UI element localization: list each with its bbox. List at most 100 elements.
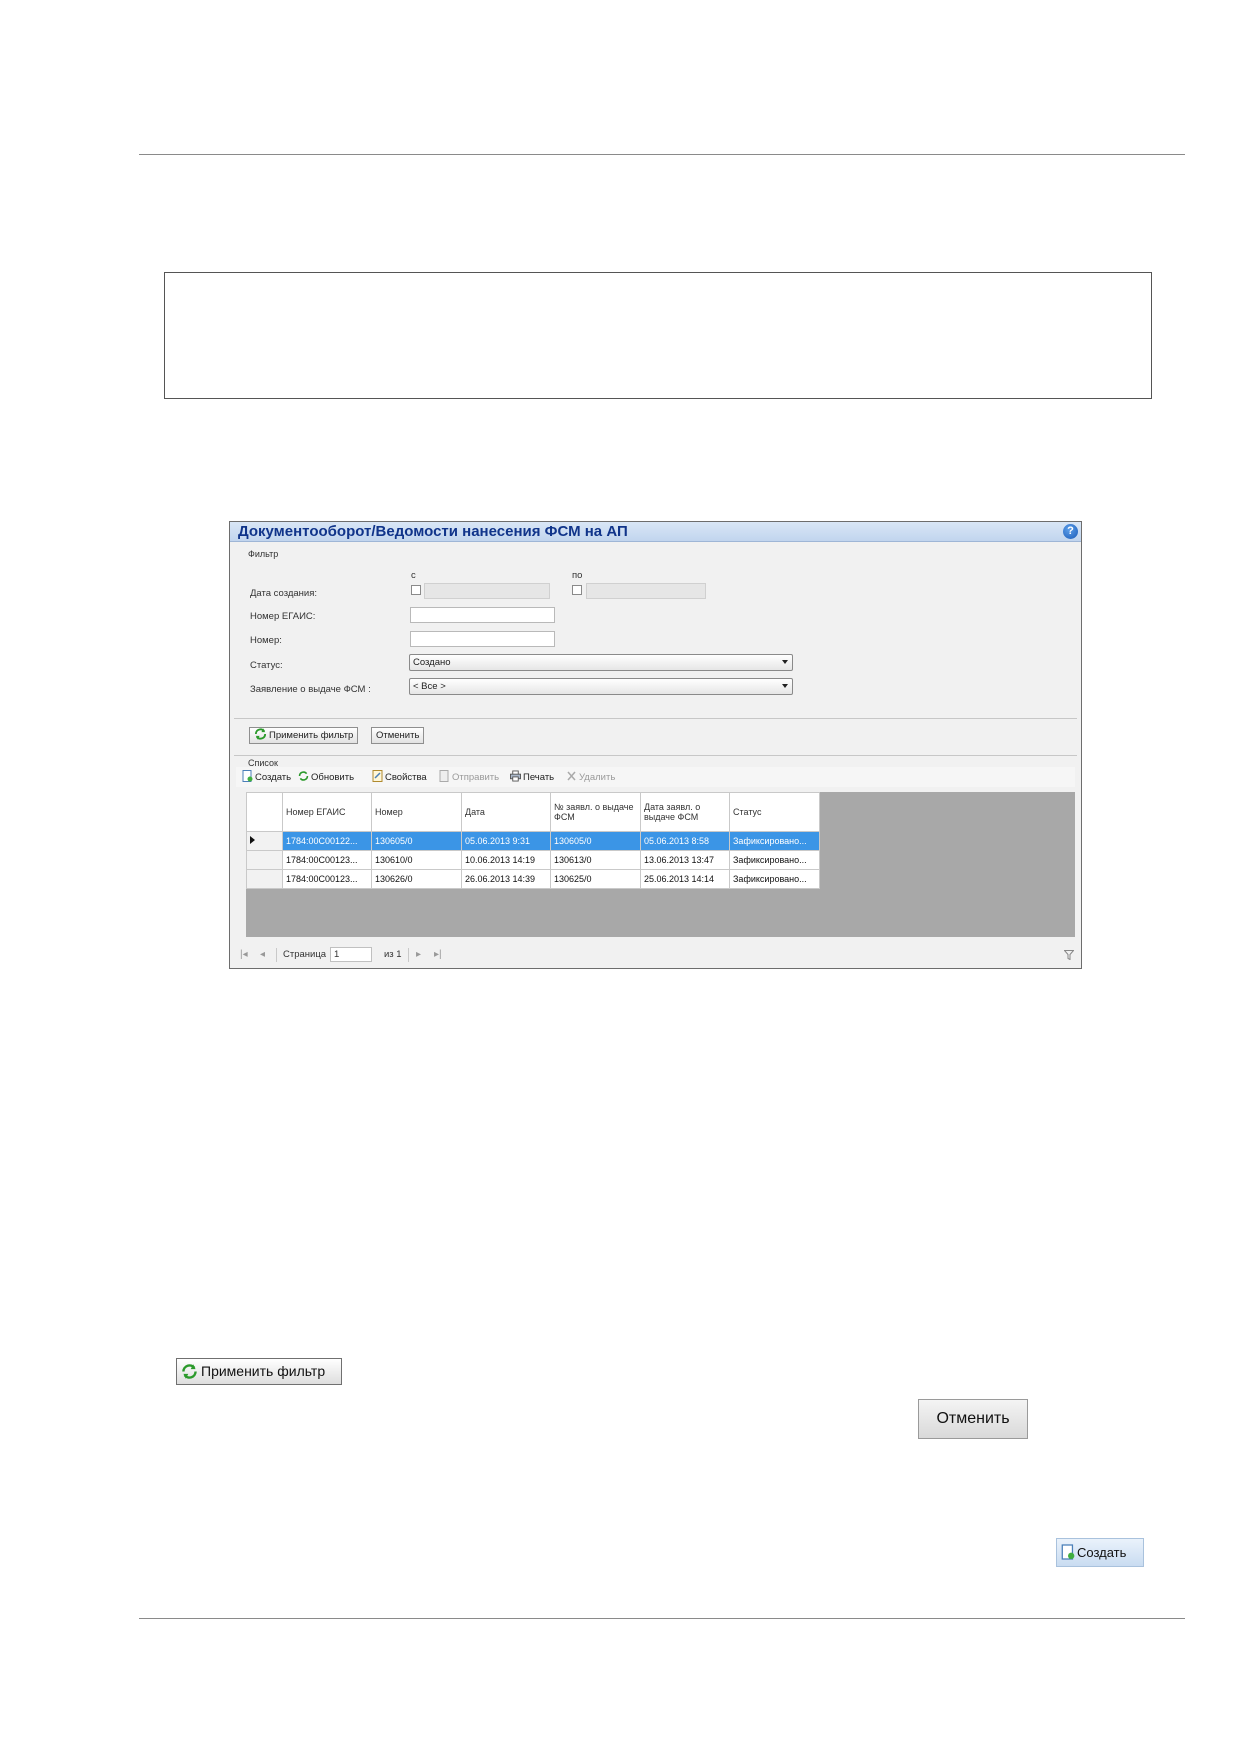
empty-frame — [164, 272, 1152, 399]
cell-number: 130605/0 — [371, 831, 462, 851]
column-header[interactable]: Статус — [729, 792, 820, 832]
refresh-label: Обновить — [311, 772, 355, 783]
date-from-checkbox[interactable] — [411, 585, 421, 595]
from-label: с — [411, 570, 416, 581]
number-label: Номер: — [250, 635, 282, 646]
cell-date: 05.06.2013 9:31 — [461, 831, 551, 851]
send-label: Отправить — [452, 772, 500, 783]
cell-egais: 1784:00C00123... — [282, 869, 372, 889]
pager: |◂ ◂ Страница 1 из 1 ▸ ▸| — [236, 946, 1075, 964]
standalone-apply-filter-button[interactable]: Применить фильтр — [176, 1358, 342, 1385]
table-row[interactable]: 1784:00C00123... 130610/0 10.06.2013 14:… — [246, 850, 820, 870]
cell-number: 130626/0 — [371, 869, 462, 889]
new-document-icon — [1061, 1544, 1075, 1560]
standalone-apply-filter-label: Применить фильтр — [201, 1363, 326, 1379]
egais-number-input[interactable] — [410, 607, 555, 623]
row-indicator-header — [246, 792, 283, 832]
row-indicator[interactable] — [246, 869, 283, 889]
to-label: по — [572, 570, 583, 581]
egais-number-label: Номер ЕГАИС: — [250, 611, 316, 622]
refresh-button[interactable]: Обновить — [298, 770, 354, 783]
cell-status: Зафиксировано... — [729, 831, 820, 851]
row-pointer-icon — [250, 836, 255, 844]
application-label: Заявление о выдаче ФСМ : — [250, 684, 371, 695]
cell-status: Зафиксировано... — [729, 869, 820, 889]
chevron-down-icon — [782, 684, 788, 688]
send-icon — [439, 770, 449, 782]
refresh-icon — [298, 771, 309, 781]
next-page-icon[interactable]: ▸ — [416, 949, 421, 960]
grid-header-row: Номер ЕГАИС Номер Дата № заявл. о выдаче… — [246, 792, 820, 832]
app-window-screenshot: Документооборот/Ведомости нанесения ФСМ … — [229, 521, 1082, 969]
chevron-down-icon — [782, 660, 788, 664]
refresh-icon — [254, 728, 267, 740]
date-to-checkbox[interactable] — [572, 585, 582, 595]
standalone-create-label: Создать — [1077, 1545, 1127, 1560]
pager-separator — [408, 948, 409, 962]
header-rule — [139, 154, 1185, 155]
filter-legend: Фильтр — [246, 549, 281, 559]
last-page-icon[interactable]: ▸| — [434, 949, 442, 960]
status-label: Статус: — [250, 660, 283, 671]
table-row[interactable]: 1784:00C00123... 130626/0 26.06.2013 14:… — [246, 869, 820, 889]
row-indicator[interactable] — [246, 850, 283, 870]
page-total-label: из 1 — [384, 949, 402, 960]
cell-application-number: 130625/0 — [550, 869, 641, 889]
prev-page-icon[interactable]: ◂ — [260, 949, 265, 960]
refresh-icon — [182, 1364, 197, 1379]
properties-icon — [372, 770, 383, 782]
application-select-value: < Все > — [413, 681, 446, 692]
standalone-cancel-button[interactable]: Отменить — [918, 1399, 1028, 1439]
cell-date: 26.06.2013 14:39 — [461, 869, 551, 889]
properties-button[interactable]: Свойства — [372, 770, 427, 783]
footer-rule — [139, 1618, 1185, 1619]
status-select[interactable]: Создано — [409, 654, 793, 671]
cell-application-number: 130605/0 — [550, 831, 641, 851]
cell-number: 130610/0 — [371, 850, 462, 870]
number-input[interactable] — [410, 631, 555, 647]
cell-status: Зафиксировано... — [729, 850, 820, 870]
window-title: Документооборот/Ведомости нанесения ФСМ … — [238, 523, 628, 540]
cell-egais: 1784:00C00122... — [282, 831, 372, 851]
date-from-input[interactable] — [424, 583, 550, 599]
print-label: Печать — [523, 772, 555, 783]
filter-funnel-icon[interactable] — [1064, 950, 1074, 960]
list-divider — [234, 755, 1077, 756]
status-select-value: Создано — [413, 657, 451, 668]
pager-separator — [276, 948, 277, 962]
row-indicator[interactable] — [246, 831, 283, 851]
column-header[interactable]: № заявл. о выдаче ФСМ — [550, 792, 641, 832]
column-header[interactable]: Номер ЕГАИС — [282, 792, 372, 832]
cell-egais: 1784:00C00123... — [282, 850, 372, 870]
column-header[interactable]: Дата — [461, 792, 551, 832]
delete-button[interactable]: Удалить — [566, 770, 615, 783]
help-icon[interactable]: ? — [1063, 524, 1078, 539]
window-title-bar: Документооборот/Ведомости нанесения ФСМ … — [230, 522, 1081, 542]
send-button[interactable]: Отправить — [439, 770, 499, 783]
table-row[interactable]: 1784:00C00122... 130605/0 05.06.2013 9:3… — [246, 831, 820, 851]
date-to-input[interactable] — [586, 583, 706, 599]
cell-date: 10.06.2013 14:19 — [461, 850, 551, 870]
page-input[interactable]: 1 — [330, 947, 372, 962]
column-header[interactable]: Номер — [371, 792, 462, 832]
grid-area: Номер ЕГАИС Номер Дата № заявл. о выдаче… — [246, 792, 1075, 937]
create-button[interactable]: Создать — [242, 770, 291, 783]
page-label: Страница — [283, 949, 327, 960]
application-select[interactable]: < Все > — [409, 678, 793, 695]
cell-application-number: 130613/0 — [550, 850, 641, 870]
first-page-icon[interactable]: |◂ — [240, 949, 248, 960]
cell-application-date: 25.06.2013 14:14 — [640, 869, 730, 889]
cell-application-date: 05.06.2013 8:58 — [640, 831, 730, 851]
cancel-filter-button[interactable]: Отменить — [371, 727, 425, 744]
column-header[interactable]: Дата заявл. о выдаче ФСМ — [640, 792, 730, 832]
cell-application-date: 13.06.2013 13:47 — [640, 850, 730, 870]
standalone-create-button[interactable]: Создать — [1056, 1538, 1144, 1567]
date-created-label: Дата создания: — [250, 588, 318, 599]
print-button[interactable]: Печать — [510, 770, 554, 783]
apply-filter-label: Применить фильтр — [269, 730, 354, 741]
delete-label: Удалить — [579, 772, 616, 783]
documents-grid: Номер ЕГАИС Номер Дата № заявл. о выдаче… — [246, 792, 820, 889]
delete-icon — [567, 771, 576, 781]
apply-filter-button[interactable]: Применить фильтр — [249, 727, 359, 744]
filter-divider — [234, 718, 1077, 719]
